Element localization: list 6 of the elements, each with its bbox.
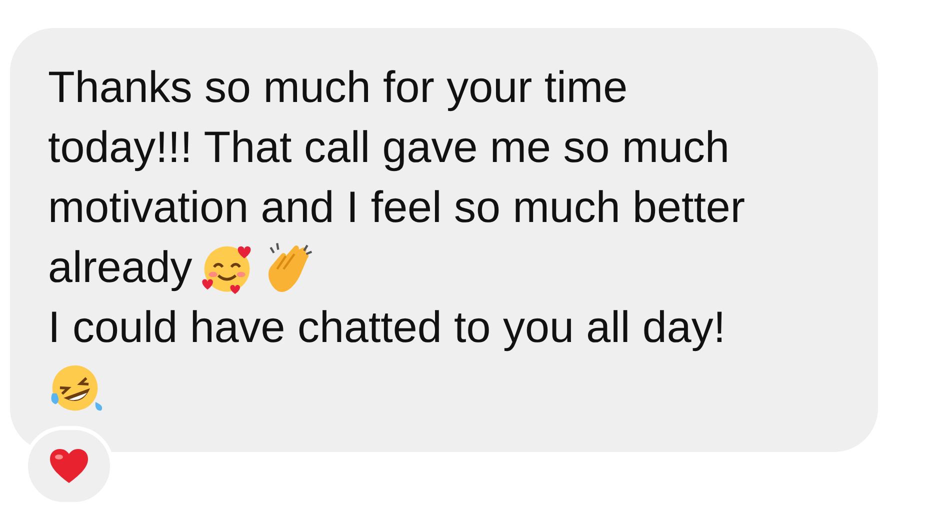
message-text: motivation and I feel so much better [48,182,746,234]
heart-icon [49,448,89,484]
message-text: I could have chatted to you all day! [48,302,726,354]
message-text: already [48,242,192,294]
message-text: today!!! That call gave me so much [48,122,730,174]
message-text: Thanks so much for your time [48,62,628,114]
